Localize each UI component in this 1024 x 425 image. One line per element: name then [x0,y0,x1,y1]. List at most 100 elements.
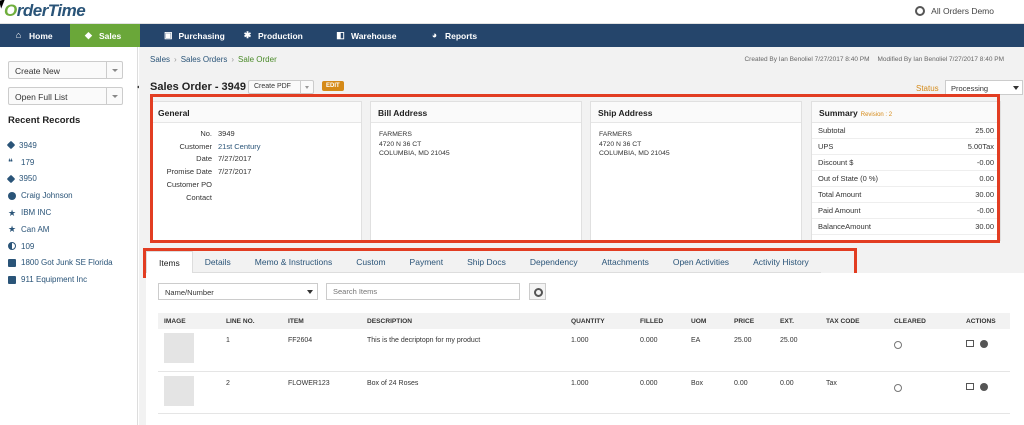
recent-record[interactable]: ❝ 179 [8,154,113,171]
chevron-down-icon[interactable] [106,88,122,104]
recent-record-label[interactable]: IBM INC [21,208,51,217]
create-pdf-label: Create PDF [254,83,291,90]
recent-record-label[interactable]: Can AM [21,225,49,234]
recent-records-list: 3949 ❝ 179 3950 Craig Johnson ★ IBM INC ★ C… [6,137,113,288]
nav-sales-label: Sales [99,30,122,41]
delete-icon[interactable] [980,340,988,348]
field-label: Customer [179,141,212,151]
recent-record-label[interactable]: 3949 [19,141,37,150]
summary-title-text: Summary [819,108,858,118]
col-uom: UOM [685,313,728,329]
item-thumbnail[interactable] [164,333,194,363]
nav-warehouse-label: Warehouse [351,30,397,41]
field-value: 7/27/2017 [218,154,252,164]
edit-icon[interactable] [966,382,974,390]
tab-open-activities[interactable]: Open Activities [661,251,741,273]
create-pdf-button[interactable]: Create PDF [248,80,314,94]
recent-record-label[interactable]: 1800 Got Junk SE Florida [21,258,113,267]
status-label: Status [916,84,939,93]
summary-label: UPS [818,142,834,151]
tax-code-cell: Tax [820,371,888,414]
star-icon: ★ [8,224,17,235]
nav-warehouse[interactable]: ◧ Warehouse [322,24,416,47]
tab-payment[interactable]: Payment [398,251,456,273]
item-link[interactable]: FF2604 [282,329,361,372]
tag-icon: ◆ [85,30,92,40]
edit-icon[interactable] [966,340,974,347]
nav-reports[interactable]: ◕ Reports [416,24,496,47]
items-tab-content: Name/Number IMAGE LINE NO. ITEM DESCRIPT… [146,273,1024,425]
recent-record[interactable]: ★ Can AM [8,221,113,238]
recent-record[interactable]: 3949 [6,137,113,154]
box-icon: ◧ [336,30,345,40]
chevron-right-icon: › [174,55,177,64]
nav-purchasing[interactable]: ▣ Purchasing [140,24,229,47]
cleared-radio[interactable] [894,383,902,392]
recent-record-label[interactable]: 109 [21,242,34,251]
nav-sales[interactable]: ◆ Sales [70,24,140,47]
items-settings-gear-icon[interactable] [529,283,546,300]
create-new-dropdown[interactable]: Create New [8,61,123,79]
ext-cell: 0.00 [774,371,820,414]
tab-details[interactable]: Details [193,251,243,273]
chevron-down-icon[interactable] [106,62,122,78]
revision-badge[interactable]: Revision : 2 [861,112,892,118]
tab-custom[interactable]: Custom [344,251,397,273]
summary-label: Subtotal [818,126,846,135]
summary-value: -0.00 [976,206,994,215]
table-header-row: IMAGE LINE NO. ITEM DESCRIPTION QUANTITY… [158,313,1010,329]
tab-items[interactable]: Items [146,251,193,273]
home-icon: ⌂ [15,30,22,40]
recent-record-label[interactable]: 179 [21,158,34,167]
cleared-radio[interactable] [894,341,902,349]
search-items-input[interactable] [326,283,520,300]
customer-link[interactable]: 21st Century [218,142,261,151]
app-logo[interactable]: OrderTime [4,1,86,21]
star-icon: ★ [8,207,17,218]
recent-record-label[interactable]: 3950 [19,174,37,183]
recent-record-label[interactable]: Craig Johnson [21,191,73,200]
breadcrumb-sales-orders[interactable]: Sales Orders [181,55,228,64]
quantity-cell: 1.000 [565,329,634,372]
recent-record[interactable]: Craig Johnson [8,187,113,204]
cleared-cell [888,371,960,414]
summary-value: 25.00 [975,126,994,135]
nav-production[interactable]: ✱ Production [229,24,322,47]
tab-memo-instructions[interactable]: Memo & Instructions [243,251,344,273]
image-cell [158,329,220,372]
gears-icon: ✱ [243,30,252,40]
recent-record[interactable]: 911 Equipment Inc [8,271,113,288]
chevron-down-icon[interactable] [300,81,313,93]
open-full-list-dropdown[interactable]: Open Full List [8,87,123,105]
field-label: Promise Date [166,167,212,177]
breadcrumb-sales[interactable]: Sales [150,55,170,64]
recent-record[interactable]: 109 [8,238,113,255]
chevron-right-icon: › [231,55,235,64]
summary-label: Total Amount [818,190,862,199]
item-link[interactable]: FLOWER123 [282,371,361,414]
nav-home[interactable]: ⌂ Home [0,24,70,47]
item-filter-select[interactable]: Name/Number [158,283,318,300]
nav-production-label: Production [258,30,303,41]
delete-icon[interactable] [980,382,988,391]
status-select[interactable]: Processing [945,80,1023,95]
field-label: Date [196,154,212,164]
tab-dependency[interactable]: Dependency [518,251,590,273]
account-menu[interactable]: All Orders Demo [915,6,994,16]
item-thumbnail[interactable] [164,375,194,406]
summary-row: Out of State (0 %) 0.00 [812,171,1000,187]
recent-record-label[interactable]: 911 Equipment Inc [21,275,87,284]
settings-gear-icon[interactable] [915,6,926,16]
recent-record[interactable]: 1800 Got Junk SE Florida [8,255,113,272]
edit-button[interactable]: EDIT [322,81,344,91]
recent-record[interactable]: ★ IBM INC [8,204,113,221]
ship-line1: 4720 N 36 CT [599,140,642,148]
recent-record[interactable]: 3950 [6,171,113,188]
tab-attachments[interactable]: Attachments [590,251,661,273]
tab-activity-history[interactable]: Activity History [741,251,821,273]
account-link[interactable]: All Orders Demo [931,6,994,16]
line-no-cell: 1 [220,329,282,372]
summary-label: Discount $ [818,158,854,167]
tab-ship-docs[interactable]: Ship Docs [455,251,518,273]
breadcrumb-current: Sale Order [238,55,277,64]
